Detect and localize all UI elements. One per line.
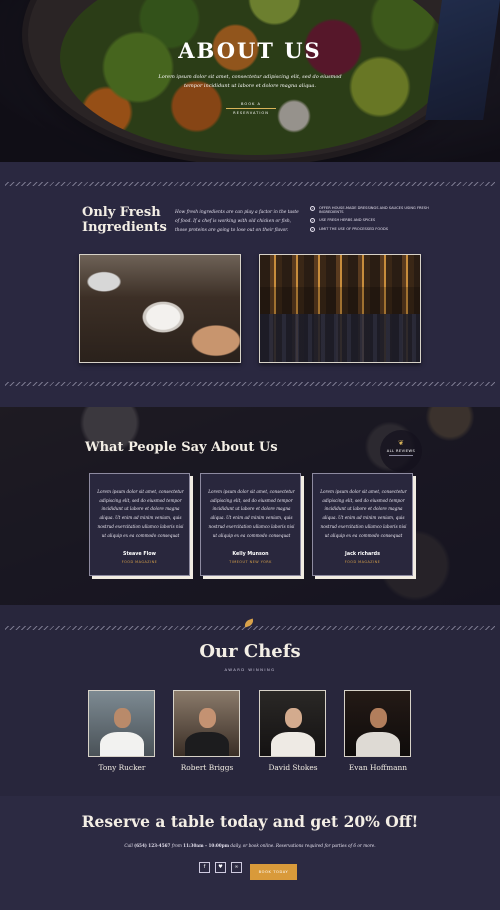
phone-number[interactable]: (654) 123-4567 xyxy=(134,843,170,848)
chefs-subtitle: AWARD WINNING xyxy=(224,667,276,672)
list-item: ✓ OFFER HOUSE-MADE DRESSINGS AND SAUCES U… xyxy=(310,206,429,215)
testimonial-card: Lorem ipsum dolor sit amet, consectetur … xyxy=(312,473,413,576)
fresh-title: Only Fresh Ingredients xyxy=(82,205,167,235)
restaurant-interior-photo xyxy=(259,254,421,363)
fresh-ingredients-section xyxy=(0,162,500,407)
testimonial-source: TIMEOUT NEW YORK xyxy=(229,560,272,564)
opening-hours: 11:30am – 10:00pm xyxy=(183,843,230,848)
check-icon: ✓ xyxy=(310,206,315,211)
facebook-icon[interactable]: f xyxy=(199,862,210,873)
chef-name: Robert Briggs xyxy=(180,763,234,772)
hero-text: Lorem ipsum dolor sit amet, consectetur … xyxy=(158,74,342,89)
reserve-title: Reserve a table today and get 20% Off! xyxy=(81,812,419,831)
testimonials-title: What People Say About Us xyxy=(85,440,278,455)
testimonial-card: Lorem ipsum dolor sit amet, consectetur … xyxy=(200,473,301,576)
chef-name: Evan Hoffmann xyxy=(348,763,408,772)
all-reviews-button[interactable]: ❦ ALL REVIEWS xyxy=(380,430,422,472)
fresh-text: How fresh ingredients are can play a fac… xyxy=(175,210,299,233)
check-icon: ✓ xyxy=(310,218,315,224)
reserve-text: Call (654) 123-4567 from 11:30am – 10:00… xyxy=(124,843,376,848)
page-title: ABOUT US xyxy=(178,38,322,63)
zigzag-divider xyxy=(5,382,495,386)
dining-table-photo xyxy=(79,254,241,363)
fresh-list: ✓ OFFER HOUSE-MADE DRESSINGS AND SAUCES U… xyxy=(310,206,430,235)
book-today-button[interactable]: BOOK TODAY xyxy=(250,864,297,880)
zigzag-divider xyxy=(5,626,495,630)
testimonial-quote: Lorem ipsum dolor sit amet, consectetur … xyxy=(320,489,407,538)
testimonial-card: Lorem ipsum dolor sit amet, consectetur … xyxy=(89,473,190,576)
testimonial-source: FOOD MAGAZINE xyxy=(344,560,381,564)
testimonial-author: Jack richards xyxy=(345,552,380,557)
twitter-icon[interactable]: ♥ xyxy=(215,862,226,873)
chef-photo xyxy=(173,690,240,757)
check-icon: ✓ xyxy=(310,226,315,232)
testimonial-quote: Lorem ipsum dolor sit amet, consectetur … xyxy=(208,489,295,538)
chef-name: Tony Rucker xyxy=(98,763,146,772)
testimonial-author: Steave Flow xyxy=(123,552,156,557)
book-reservation-button[interactable]: BOOK A RESERVATION xyxy=(226,100,276,115)
leaf-icon: ❦ xyxy=(398,439,404,447)
testimonial-author: Kelly Munson xyxy=(232,552,269,557)
chef-name: David Stokes xyxy=(268,763,318,772)
zigzag-divider xyxy=(5,182,495,186)
chefs-title: Our Chefs xyxy=(199,641,301,662)
chef-photo xyxy=(88,690,155,757)
chef-photo xyxy=(344,690,411,757)
list-item: ✓ USE FRESH HERBS AND SPICES xyxy=(310,218,376,224)
testimonial-quote: Lorem ipsum dolor sit amet, consectetur … xyxy=(97,489,184,538)
testimonial-source: FOOD MAGAZINE xyxy=(121,560,158,564)
list-item: ✓ LIMIT THE USE OF PROCESSED FOODS xyxy=(310,226,389,232)
tripadvisor-icon[interactable]: ∞ xyxy=(231,862,242,873)
chef-photo xyxy=(259,690,326,757)
